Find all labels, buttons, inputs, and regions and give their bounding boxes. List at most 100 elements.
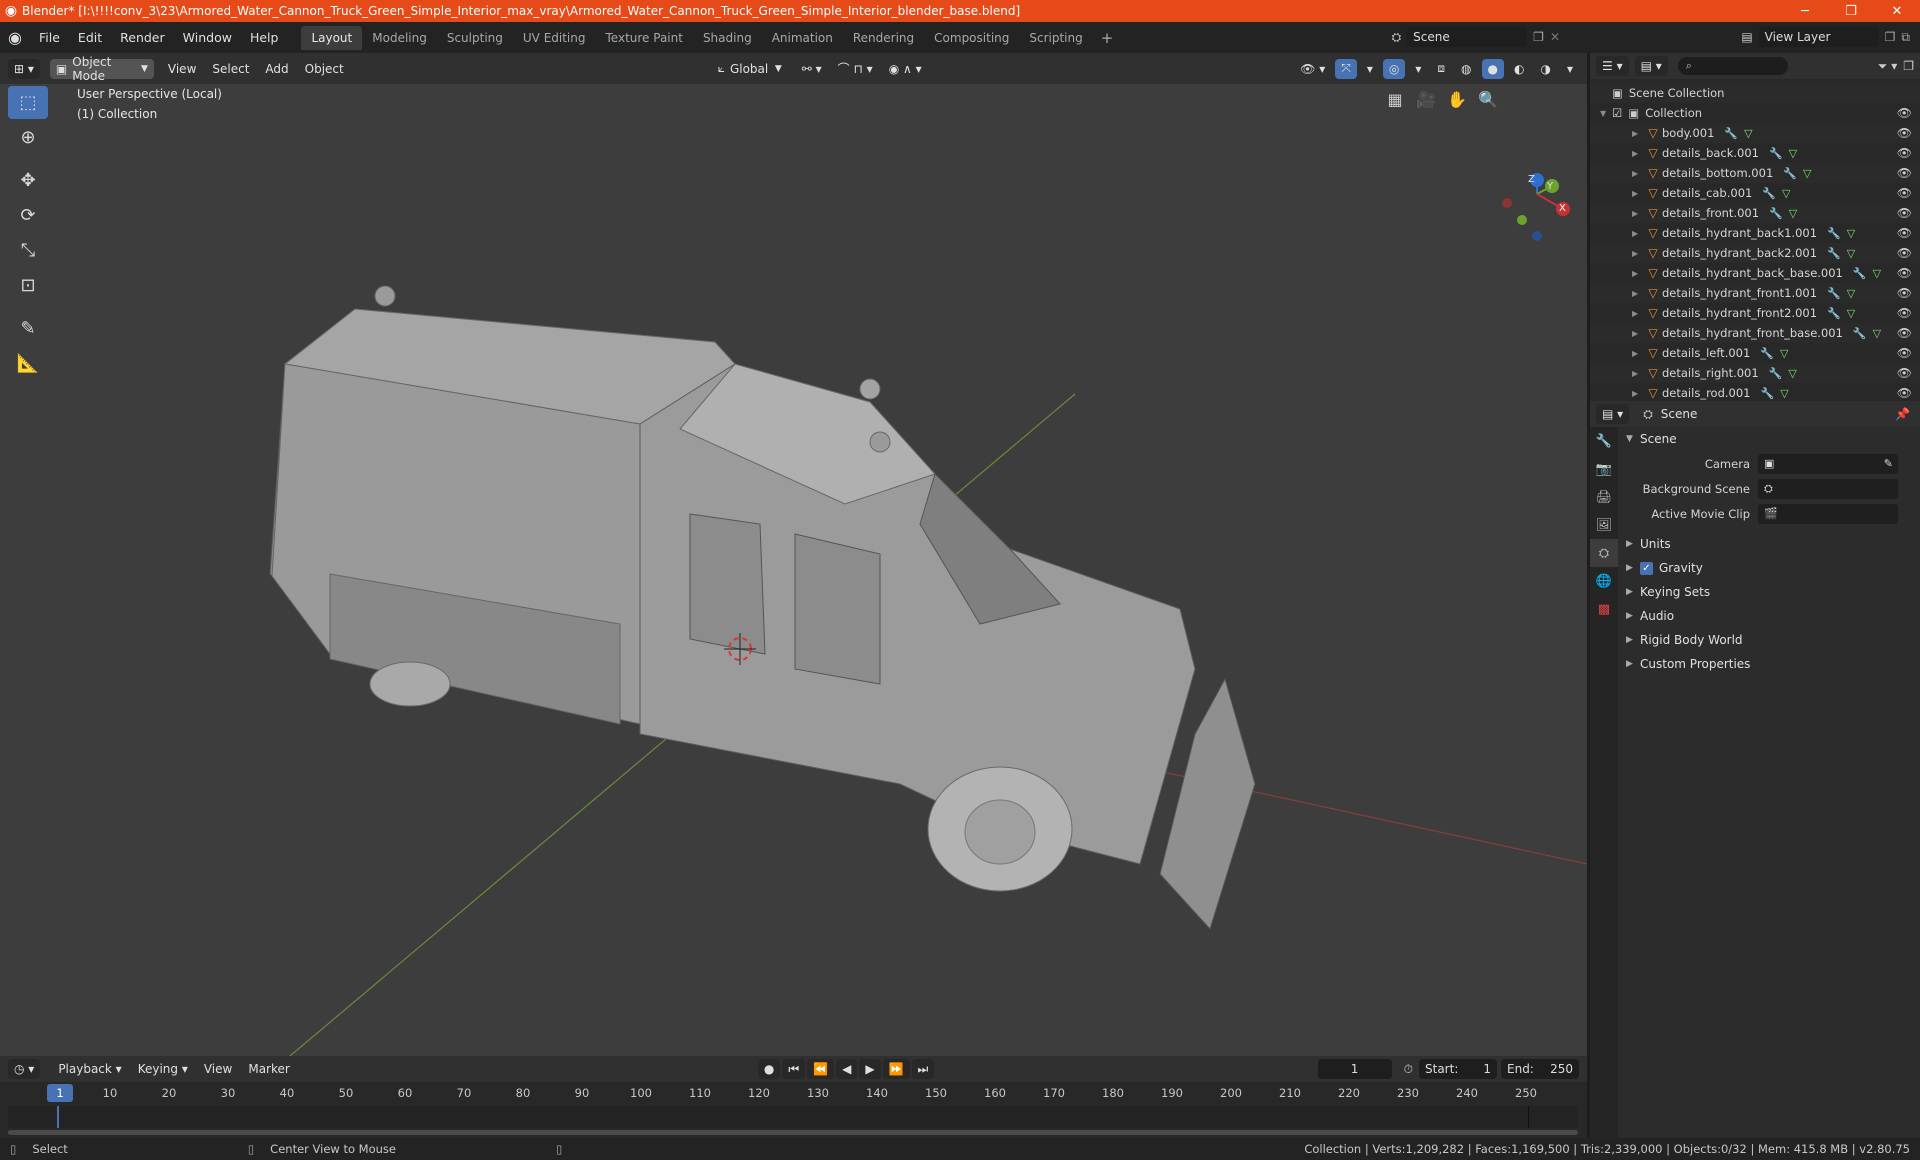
eye-icon[interactable]: 👁	[1897, 146, 1912, 160]
tab-rendering[interactable]: Rendering	[843, 26, 924, 50]
delete-scene-icon[interactable]: ✕	[1550, 30, 1560, 44]
orientation-dropdown[interactable]: ⟀ Global ▼	[711, 58, 788, 79]
menu-keying[interactable]: Keying ▾	[130, 1062, 196, 1076]
ortho-grid-icon[interactable]: ▦	[1380, 84, 1410, 114]
eye-icon[interactable]: 👁	[1897, 326, 1912, 340]
add-workspace-icon[interactable]: +	[1093, 29, 1122, 47]
annotate-icon[interactable]: ✎	[8, 312, 48, 345]
menu-view[interactable]: View	[160, 62, 204, 76]
new-scene-icon[interactable]: ❐	[1533, 30, 1544, 44]
camera-view-icon[interactable]: 🎥	[1411, 84, 1441, 114]
menu-render[interactable]: Render	[111, 26, 174, 50]
scene-tab-icon[interactable]: ⛭	[1590, 539, 1618, 567]
playhead[interactable]: 1	[47, 1084, 73, 1102]
prev-keyframe-icon[interactable]: ⏪	[807, 1059, 835, 1079]
timeline[interactable]: 10 20 30 40 50 60 70 80 90 100 110 120 1…	[0, 1082, 1587, 1138]
scale-icon[interactable]: ⤡	[8, 234, 48, 267]
maximize-button[interactable]: ❐	[1828, 0, 1874, 22]
tree-collection[interactable]: ▼ ☑ ▣ Collection 👁	[1590, 103, 1920, 123]
list-item[interactable]: ▶ ▽ details_left.001 🔧 ▽ 👁	[1590, 343, 1920, 363]
tab-shading[interactable]: Shading	[693, 26, 762, 50]
menu-timeline-view[interactable]: View	[196, 1062, 240, 1076]
list-item[interactable]: ▶ ▽ details_hydrant_back_base.001 🔧 ▽ 👁	[1590, 263, 1920, 283]
gravity-checkbox[interactable]: ✓	[1640, 561, 1653, 575]
eye-icon[interactable]: 👁	[1897, 386, 1912, 400]
scene-name-field[interactable]: Scene	[1407, 27, 1528, 47]
pin-icon[interactable]: 📌	[1895, 407, 1910, 421]
keying-sets-panel-header[interactable]: ▶ Keying Sets	[1618, 580, 1920, 604]
timeline-editor-type-icon[interactable]: ◷ ▾	[8, 1059, 41, 1079]
view-layer-tab-icon[interactable]: 🖼	[1590, 511, 1618, 539]
menu-window[interactable]: Window	[174, 26, 241, 50]
jump-end-icon[interactable]: ⏭	[911, 1059, 935, 1079]
list-item[interactable]: ▶ ▽ details_right.001 🔧 ▽ 👁	[1590, 363, 1920, 383]
blender-menu-icon[interactable]: ◉	[0, 23, 30, 53]
list-item[interactable]: ▶ ▽ details_hydrant_front2.001 🔧 ▽ 👁	[1590, 303, 1920, 323]
wireframe-shading-icon[interactable]: ◍	[1455, 58, 1478, 79]
tab-animation[interactable]: Animation	[762, 26, 843, 50]
texture-tab-icon[interactable]: ▩	[1590, 595, 1618, 623]
eyedropper-icon[interactable]: ✎	[1884, 457, 1893, 470]
start-frame-field[interactable]: Start: 1	[1419, 1059, 1497, 1079]
menu-playback[interactable]: Playback ▾	[50, 1062, 129, 1076]
next-keyframe-icon[interactable]: ⏩	[882, 1059, 910, 1079]
list-item[interactable]: ▶ ▽ details_cab.001 🔧 ▽ 👁	[1590, 183, 1920, 203]
rigid-body-world-panel-header[interactable]: ▶ Rigid Body World	[1618, 628, 1920, 652]
end-frame-field[interactable]: End: 250	[1501, 1059, 1579, 1079]
outliner-search-input[interactable]: ⌕	[1677, 57, 1788, 75]
minimize-button[interactable]: ─	[1782, 0, 1828, 22]
list-item[interactable]: ▶ ▽ details_front.001 🔧 ▽ 👁	[1590, 203, 1920, 223]
tab-compositing[interactable]: Compositing	[924, 26, 1019, 50]
tree-scene-collection[interactable]: ▣ Scene Collection	[1590, 83, 1920, 103]
record-icon[interactable]: ●	[757, 1059, 781, 1079]
editor-type-icon[interactable]: ⊞ ▾	[8, 58, 40, 79]
menu-add[interactable]: Add	[257, 62, 296, 76]
menu-select[interactable]: Select	[204, 62, 257, 76]
pan-hand-icon[interactable]: ✋	[1442, 84, 1472, 114]
eye-icon[interactable]: 👁	[1897, 126, 1912, 140]
gravity-panel-header[interactable]: ▶ ✓ Gravity	[1618, 556, 1920, 580]
collection-checkbox[interactable]: ☑	[1612, 106, 1622, 120]
visibility-icon[interactable]: 👁 ▾	[1294, 58, 1332, 79]
eye-icon[interactable]: 👁	[1897, 166, 1912, 180]
move-icon[interactable]: ✥	[8, 164, 48, 197]
menu-edit[interactable]: Edit	[69, 26, 111, 50]
new-collection-icon[interactable]: ❐	[1903, 59, 1914, 73]
list-item[interactable]: ▶ ▽ body.001 🔧 ▽ 👁	[1590, 123, 1920, 143]
eye-icon[interactable]: 👁	[1897, 306, 1912, 320]
zoom-icon[interactable]: 🔍	[1473, 84, 1503, 114]
overlay-icon[interactable]: ◎	[1382, 58, 1406, 79]
eye-icon[interactable]: 👁	[1897, 206, 1912, 220]
current-frame-field[interactable]: 1	[1317, 1059, 1392, 1079]
render-tab-icon[interactable]: 📷	[1590, 455, 1618, 483]
properties-editor-type-icon[interactable]: ▤ ▾	[1596, 404, 1630, 424]
proportional-edit-icon[interactable]: ◉ ∧ ▾	[882, 58, 928, 79]
tab-layout[interactable]: Layout	[301, 25, 363, 50]
list-item[interactable]: ▶ ▽ details_back.001 🔧 ▽ 👁	[1590, 143, 1920, 163]
output-tab-icon[interactable]: 🖨	[1590, 483, 1618, 511]
eye-icon[interactable]: 👁	[1897, 186, 1912, 200]
eye-icon[interactable]: 👁	[1897, 366, 1912, 380]
select-box-icon[interactable]: ⬚	[8, 86, 48, 119]
view-layer-field[interactable]: View Layer	[1758, 27, 1879, 47]
gizmo-dropdown-icon[interactable]: ▾	[1360, 58, 1379, 79]
background-scene-field[interactable]: ⛭	[1758, 478, 1898, 499]
solid-shading-icon[interactable]: ●	[1481, 58, 1504, 79]
view-layer-icon[interactable]: ▤	[1741, 30, 1752, 44]
custom-properties-panel-header[interactable]: ▶ Custom Properties	[1618, 652, 1920, 676]
close-button[interactable]: ✕	[1874, 0, 1920, 22]
3d-viewport[interactable]: User Perspective (Local) (1) Collection …	[0, 84, 1587, 1056]
jump-start-icon[interactable]: ⏮	[782, 1059, 806, 1079]
timeline-track[interactable]	[8, 1106, 1578, 1128]
eye-icon[interactable]: 👁	[1897, 286, 1912, 300]
eye-icon[interactable]: 👁	[1897, 246, 1912, 260]
tab-sculpting[interactable]: Sculpting	[437, 26, 513, 50]
world-tab-icon[interactable]: 🌐	[1590, 567, 1618, 595]
list-item[interactable]: ▶ ▽ details_hydrant_front1.001 🔧 ▽ 👁	[1590, 283, 1920, 303]
menu-help[interactable]: Help	[241, 26, 288, 50]
stopwatch-icon[interactable]: ⏱	[1404, 1062, 1413, 1077]
xray-icon[interactable]: ⧈	[1431, 58, 1452, 79]
outliner-editor-type-icon[interactable]: ☰ ▾	[1596, 56, 1629, 76]
play-icon[interactable]: ▶	[859, 1059, 881, 1079]
eye-icon[interactable]: 👁	[1897, 226, 1912, 240]
